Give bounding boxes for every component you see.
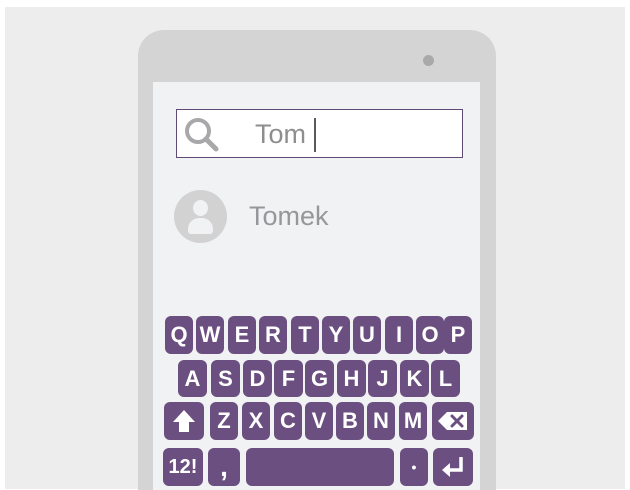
key-t[interactable]: T [291,316,319,354]
key-d[interactable]: D [243,360,272,397]
search-query: Tom [255,119,307,149]
key-g[interactable]: G [305,360,334,397]
avatar-icon [174,190,227,243]
key-i[interactable]: I [385,316,413,354]
key-f[interactable]: F [274,360,303,397]
key-o[interactable]: O [416,316,444,354]
backspace-icon [438,412,467,430]
key-j[interactable]: J [368,360,397,397]
numbers-key[interactable]: 12! [163,448,203,486]
key-b[interactable]: B [336,402,364,440]
comma-key[interactable]: , [208,448,240,486]
key-n[interactable]: N [367,402,395,440]
key-z[interactable]: Z [210,402,238,440]
key-h[interactable]: H [337,360,366,397]
shift-key[interactable] [164,402,204,440]
key-x[interactable]: X [242,402,270,440]
enter-key[interactable] [433,448,473,486]
text-cursor [314,118,316,152]
space-key[interactable] [246,448,394,486]
contact-name: Tomek [249,201,329,231]
key-s[interactable]: S [211,360,240,397]
search-input[interactable]: Tom [176,109,463,158]
key-y[interactable]: Y [322,316,350,354]
shift-icon [173,410,195,432]
key-v[interactable]: V [305,402,333,440]
period-key[interactable]: • [400,448,428,486]
backspace-key[interactable] [432,402,474,440]
key-m[interactable]: M [399,402,427,440]
camera-dot [423,55,434,66]
contact-result[interactable]: Tomek [174,190,454,244]
key-r[interactable]: R [259,316,287,354]
key-a[interactable]: A [178,360,207,397]
key-w[interactable]: W [196,316,224,354]
key-l[interactable]: L [431,360,460,397]
key-q[interactable]: Q [165,316,193,354]
key-c[interactable]: C [274,402,302,440]
key-k[interactable]: K [400,360,429,397]
key-p[interactable]: P [444,316,472,354]
enter-icon [442,457,463,477]
search-icon [185,118,219,152]
key-u[interactable]: U [353,316,381,354]
key-e[interactable]: E [228,316,256,354]
